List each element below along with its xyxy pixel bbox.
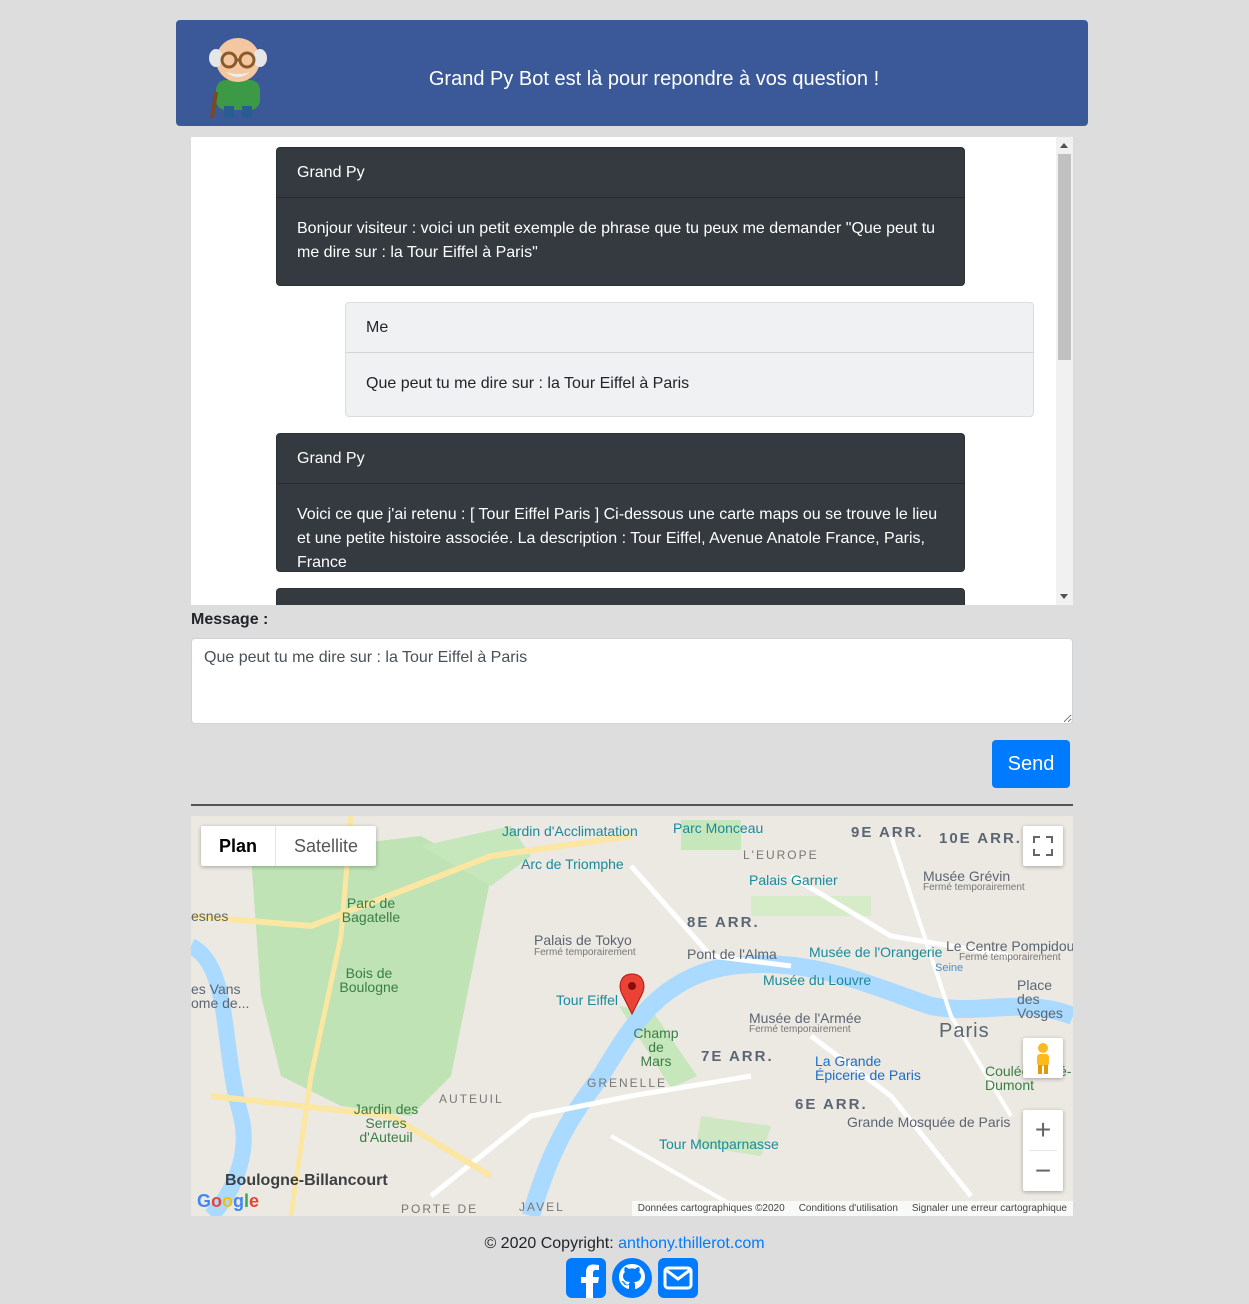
map-label: GRENELLE	[587, 1076, 668, 1090]
map-label[interactable]: Grande Mosquée de Paris	[847, 1114, 1010, 1130]
bot-message: Grand Py Voici ce que j'ai retenu : [ To…	[276, 433, 965, 572]
map-type-control[interactable]: Plan Satellite	[201, 826, 377, 866]
zoom-control[interactable]: + −	[1023, 1110, 1063, 1191]
map-label[interactable]: Jardin des Serres d'Auteuil	[351, 1102, 421, 1144]
github-icon[interactable]	[611, 1257, 653, 1299]
scroll-up-arrow-icon[interactable]	[1060, 143, 1068, 148]
pegman-icon	[1037, 1043, 1049, 1074]
page-title: Grand Py Bot est là pour repondre à vos …	[428, 68, 880, 90]
map-attribution: Données cartographiques ©2020 Conditions…	[631, 1201, 1073, 1216]
send-button[interactable]: Send	[992, 740, 1070, 788]
map-label: AUTEUIL	[439, 1092, 504, 1106]
mail-icon[interactable]	[657, 1257, 699, 1299]
message-author: Me	[346, 303, 1033, 353]
divider	[191, 804, 1073, 806]
map-label[interactable]: Champ de Mars	[631, 1026, 681, 1068]
message-input[interactable]: Que peut tu me dire sur : la Tour Eiffel…	[191, 638, 1073, 724]
terms-link[interactable]: Conditions d'utilisation	[799, 1203, 898, 1214]
social-links	[565, 1257, 699, 1299]
map-label: PORTE DE	[401, 1202, 479, 1216]
fullscreen-icon	[1033, 836, 1053, 856]
report-error-link[interactable]: Signaler une erreur cartographique	[912, 1203, 1067, 1214]
message-author: Grand Py	[277, 434, 964, 484]
map-label[interactable]: Pont de l'Alma	[687, 946, 777, 962]
bot-message: Grand Py Bonjour visiteur : voici un pet…	[276, 147, 965, 286]
scroll-thumb[interactable]	[1058, 154, 1071, 360]
message-text: Bonjour visiteur : voici un petit exempl…	[297, 220, 936, 261]
header-banner: Grand Py Bot est là pour repondre à vos …	[176, 20, 1088, 126]
map-label[interactable]: Arc de Triomphe	[521, 856, 624, 872]
scroll-down-arrow-icon[interactable]	[1060, 594, 1068, 599]
map-label: JAVEL	[519, 1200, 565, 1214]
map-city-label: Paris	[939, 1020, 990, 1042]
map-note: Fermé temporairement	[923, 882, 1025, 893]
facebook-icon[interactable]	[565, 1257, 607, 1299]
zoom-out-icon[interactable]: −	[1023, 1151, 1063, 1191]
map-label[interactable]: Parc de Bagatelle	[341, 896, 401, 924]
map-note: Fermé temporairement	[959, 952, 1061, 963]
map-label: 9E ARR.	[851, 824, 924, 841]
map-type-satellite[interactable]: Satellite	[275, 826, 376, 866]
message-label: Message :	[191, 611, 269, 628]
map-label: 10E ARR.	[939, 830, 1022, 847]
map-label: 6E ARR.	[795, 1096, 868, 1113]
map-label: 7E ARR.	[701, 1048, 774, 1065]
map-note: Fermé temporairement	[534, 947, 636, 958]
map-label[interactable]: Musée de l'Orangerie	[809, 944, 942, 960]
fullscreen-button[interactable]	[1023, 826, 1063, 866]
map-label[interactable]: Tour Montparnasse	[659, 1136, 779, 1152]
chat-scrollbar[interactable]	[1056, 137, 1073, 605]
map-data-credit: Données cartographiques ©2020	[637, 1203, 785, 1214]
map-label[interactable]: es Vans ome de...	[191, 982, 251, 1010]
message-text: Que peut tu me dire sur : la Tour Eiffel…	[366, 375, 690, 392]
author-link[interactable]: anthony.thillerot.com	[618, 1235, 764, 1252]
message-author: Grand Py	[277, 148, 964, 198]
map-label[interactable]: Musée du Louvre	[763, 972, 871, 988]
user-message: Me Que peut tu me dire sur : la Tour Eif…	[345, 302, 1034, 417]
map-city-label: Boulogne-Billancourt	[225, 1172, 388, 1189]
map-type-plan[interactable]: Plan	[201, 826, 275, 866]
map-label: 8E ARR.	[687, 914, 760, 931]
map-label[interactable]: Place des Vosges	[1017, 978, 1073, 1020]
map-label: esnes	[191, 908, 229, 924]
map-label[interactable]: Palais Garnier	[749, 872, 838, 888]
map-label[interactable]: Palais de Tokyo	[534, 932, 632, 948]
map-label[interactable]: La Grande Épicerie de Paris	[815, 1054, 925, 1082]
street-view-button[interactable]	[1023, 1038, 1063, 1078]
tour-eiffel-label[interactable]: Tour Eiffel	[556, 992, 618, 1008]
zoom-in-icon[interactable]: +	[1023, 1110, 1063, 1150]
chat-panel[interactable]: Grand Py Bonjour visiteur : voici un pet…	[191, 137, 1073, 605]
map-label: Seine	[935, 962, 964, 974]
map-label[interactable]: Bois de Boulogne	[339, 966, 399, 994]
map-label[interactable]: Parc Monceau	[673, 820, 763, 836]
map-label[interactable]: Jardin d'Acclimatation	[502, 823, 638, 839]
google-logo[interactable]: Google	[197, 1191, 259, 1212]
map-label: L'EUROPE	[743, 848, 819, 862]
message-text: Voici ce que j'ai retenu : [ Tour Eiffel…	[297, 506, 938, 571]
copyright: © 2020 Copyright: anthony.thillerot.com	[0, 1235, 1249, 1253]
copyright-text: © 2020 Copyright:	[484, 1235, 614, 1252]
map-note: Fermé temporairement	[749, 1024, 851, 1035]
bot-message-partial	[276, 588, 965, 605]
google-map[interactable]: Jardin d'Acclimatation Parc Monceau 9E A…	[191, 816, 1073, 1216]
